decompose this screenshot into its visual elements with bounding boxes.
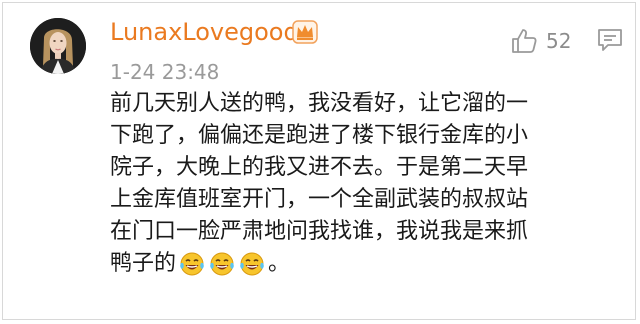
thumbs-up-icon <box>512 29 537 53</box>
comment-line-last: 鸭子的 。 <box>110 248 620 280</box>
comment-trailing-punctuation: 。 <box>268 251 291 276</box>
like-count: 52 <box>546 29 572 53</box>
laugh-cry-emoji <box>180 252 204 276</box>
comment-text: 前几天别人送的鸭，我没看好，让它溜的一 下跑了，偏偏还是跑进了楼下银行金库的小 … <box>110 88 620 280</box>
comment-timestamp: 1-24 23:48 <box>110 60 220 84</box>
emoji-row <box>178 251 268 277</box>
comment-line: 下跑了，偏偏还是跑进了楼下银行金库的小 <box>110 123 529 148</box>
comment-line: 上金库值班室开门，一个全副武装的叔叔站 <box>110 187 529 212</box>
laugh-cry-emoji <box>240 252 264 276</box>
comment-line: 前几天别人送的鸭，我没看好，让它溜的一 <box>110 91 529 116</box>
comment-line-text: 鸭子的 <box>110 251 177 276</box>
like-button[interactable]: 52 <box>510 26 571 56</box>
laugh-cry-emoji <box>210 252 234 276</box>
username-link[interactable]: LunaxLovegood <box>110 18 299 46</box>
avatar[interactable] <box>30 18 86 74</box>
comment-line: 院子，大晚上的我又进不去。于是第二天早 <box>110 155 529 180</box>
avatar-photo <box>30 18 86 74</box>
crown-badge-icon[interactable] <box>292 20 318 44</box>
comment-icon[interactable] <box>596 26 624 54</box>
comment-line: 在门口一脸严肃地问我找谁，我说我是来抓 <box>110 219 529 244</box>
